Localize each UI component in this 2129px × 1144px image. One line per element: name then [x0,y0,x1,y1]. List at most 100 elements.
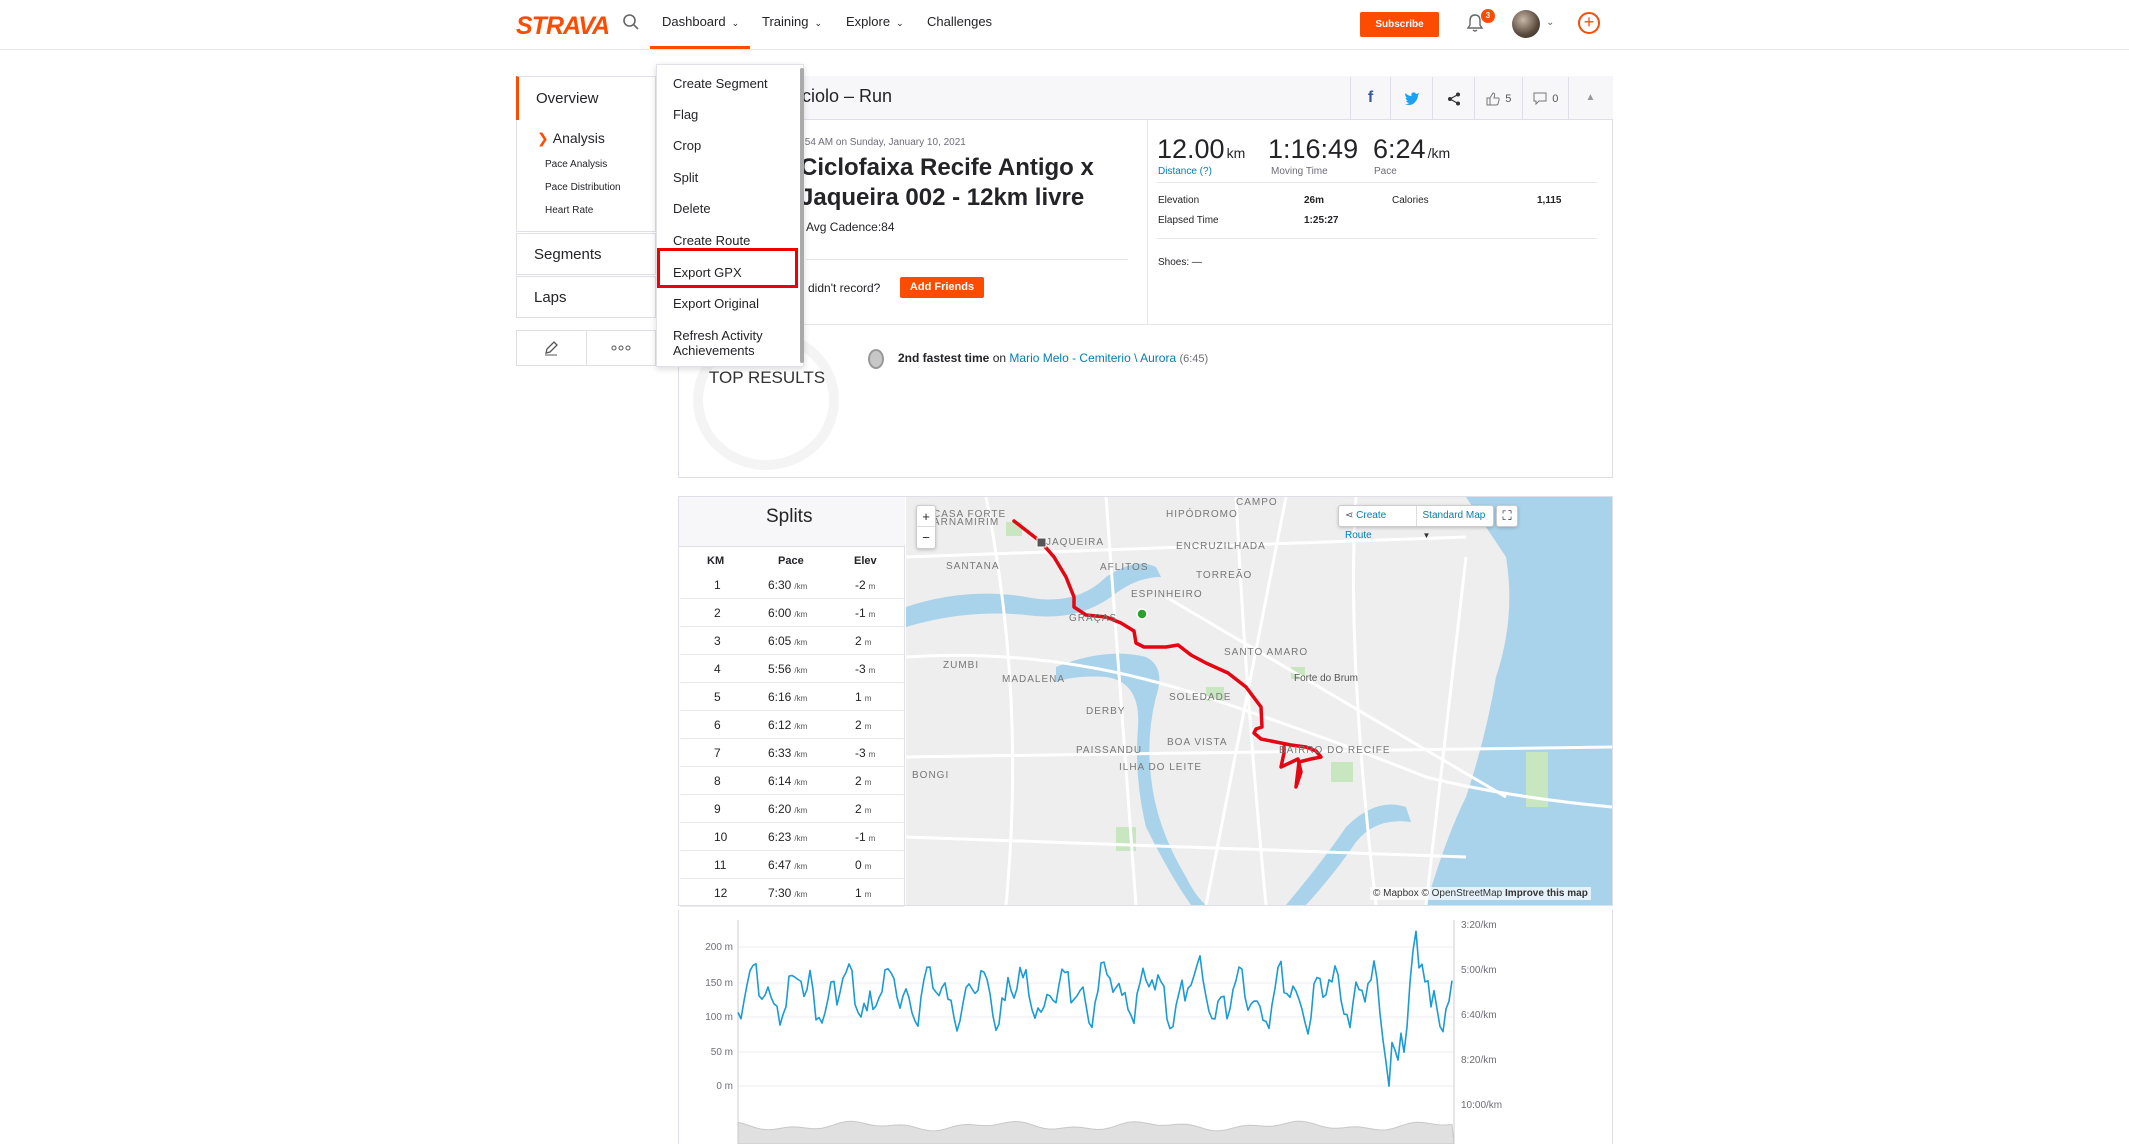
split-km: 2 [714,606,721,620]
distance-value: 12.00 km [1157,134,1246,164]
split-elev: 2m [855,802,872,816]
map-place-label: ZUMBI [943,660,979,671]
divider [679,324,1612,325]
map-place-label: ENCRUZILHADA [1176,541,1266,552]
activity-date: :54 AM on Sunday, January 10, 2021 [802,137,966,148]
split-elev: -3 m [855,662,876,676]
split-pace: 6:00/km [768,606,808,620]
edit-pencil-icon[interactable] [517,331,587,365]
chevron-down-icon[interactable]: ⌄ [1546,17,1554,28]
left-axis-tick: 0 m [716,1081,733,1092]
didnt-record-text: didn't record? [808,281,881,295]
fullscreen-icon[interactable]: ⛶ [1496,505,1518,527]
split-row: 10 6:23/km -1 m [680,823,904,851]
add-friends-button[interactable]: Add Friends [900,277,984,298]
moving-time-label: Moving Time [1271,166,1328,177]
menu-item-flag[interactable]: Flag [673,107,698,122]
map-toolbar: ⋖ Create Route Standard Map ▼ [1338,505,1494,541]
right-axis-tick: 8:20/km [1461,1055,1497,1066]
split-row: 2 6:00/km -1 m [680,599,904,627]
split-elev: 0m [855,858,872,872]
split-row: 3 6:05/km 2 m [680,627,904,655]
top-results-label: TOP RESULTS [708,368,826,387]
distance-label[interactable]: Distance (?) [1158,166,1212,177]
split-pace: 5:56/km [768,662,808,676]
map-place-label: BONGI [912,770,949,781]
sidebar-item-pace-analysis[interactable]: Pace Analysis [545,159,607,170]
calories-label: Calories [1392,195,1429,206]
menu-item-create-segment[interactable]: Create Segment [673,76,768,91]
menu-item-create-route[interactable]: Create Route [673,233,750,248]
subscribe-button[interactable]: Subscribe [1360,12,1439,37]
split-km: 8 [714,774,721,788]
twitter-share-icon[interactable] [1390,77,1432,119]
map-place-label: TORREÃO [1196,568,1252,581]
avatar[interactable] [1512,10,1540,38]
divider [1157,238,1597,239]
split-pace: 6:20/km [768,802,808,816]
map-road [1352,497,1378,905]
create-route-button[interactable]: ⋖ Create Route [1339,506,1417,541]
sidebar-item-heart-rate[interactable]: Heart Rate [545,205,593,216]
activity-name: Ciclofaixa Recife Antigo x Jaqueira 002 … [800,154,1094,211]
splits-header-pace: Pace [778,555,804,567]
split-row: 4 5:56/km -3 m [680,655,904,683]
split-pace: 6:30/km [768,578,808,592]
menu-item-refresh-achievements[interactable]: Refresh Activity Achievements [673,328,783,358]
elevation-value: 26m [1304,195,1325,206]
dropdown-scrollbar[interactable] [800,68,804,363]
map-canvas[interactable]: CAMPOPARNAMIRIMCASA FORTEJAQUEIRAHIPÓDRO… [906,497,1612,905]
upload-plus-icon[interactable]: + [1578,12,1600,34]
nav-training[interactable]: Training ⌄ [762,14,822,29]
split-elev: 2m [855,634,872,648]
share-icon[interactable] [1432,77,1474,119]
sidebar-item-laps[interactable]: Laps [516,276,656,318]
route-icon: ⋖ [1345,510,1354,521]
kudos-count: 5 [1505,93,1512,105]
split-elev: 2m [855,774,872,788]
medal-icon [868,349,884,369]
strava-logo[interactable]: STRAVA [516,12,610,41]
menu-item-export-original[interactable]: Export Original [673,296,759,311]
menu-item-crop[interactable]: Crop [673,138,701,153]
zoom-controls: + − [916,505,936,549]
sidebar-item-pace-distribution[interactable]: Pace Distribution [545,182,621,193]
splits-header-km: KM [707,555,725,567]
top-navbar: STRAVA Dashboard ⌄ Training ⌄ Explore ⌄ Cha… [0,0,2129,50]
divider [1147,120,1148,324]
divider [806,259,1128,260]
nav-challenges[interactable]: Challenges [927,14,992,29]
collapse-chevron-up-icon[interactable]: ▲ [1568,77,1612,119]
zoom-out-button[interactable]: − [917,527,935,548]
split-pace: 6:16/km [768,690,808,704]
split-pace: 6:33/km [768,746,808,760]
split-km: 9 [714,802,721,816]
map-place-label: SANTANA [946,561,1000,572]
menu-item-delete[interactable]: Delete [673,201,711,216]
facebook-share-icon[interactable]: f [1350,77,1390,119]
activity-cadence: Avg Cadence:84 [806,220,895,234]
nav-explore[interactable]: Explore ⌄ [846,14,904,29]
menu-item-split[interactable]: Split [673,170,698,185]
elevation-pace-chart[interactable]: 200 m 150 m 100 m 50 m 0 m 3:20/km 5:00/km 6:4… [678,910,1613,1144]
nav-dashboard[interactable]: Dashboard ⌄ [662,14,739,29]
sidebar-item-analysis[interactable]: Analysis [537,130,605,147]
split-pace: 6:05/km [768,634,808,648]
search-icon[interactable] [622,13,640,36]
chart-canvas[interactable]: 200 m 150 m 100 m 50 m 0 m 3:20/km 5:00/km 6:4… [679,910,1614,1144]
map-type-select[interactable]: Standard Map ▼ [1417,506,1494,540]
kudos-button[interactable]: 5 [1474,77,1522,119]
more-actions-icon[interactable] [587,331,656,365]
comments-button[interactable]: 0 [1522,77,1568,119]
activity-header-title: ciolo – Run [802,86,893,106]
segment-link[interactable]: Mario Melo - Cemiterio \ Aurora [1009,351,1176,365]
map-place-label: BOA VISTA [1167,737,1228,748]
improve-map-link[interactable]: Improve this map [1505,888,1588,899]
zoom-in-button[interactable]: + [917,506,935,527]
route-map[interactable]: CAMPO PARNAMIRIM CASA FORTE JAQUEIRA HIPÓDRO… [906,497,1612,905]
splits-header-elev: Elev [854,555,877,567]
left-axis-tick: 150 m [705,978,733,989]
sidebar-item-segments[interactable]: Segments [516,233,656,275]
split-elev: -3 m [855,746,876,760]
sidebar-item-overview[interactable]: Overview [516,76,656,121]
